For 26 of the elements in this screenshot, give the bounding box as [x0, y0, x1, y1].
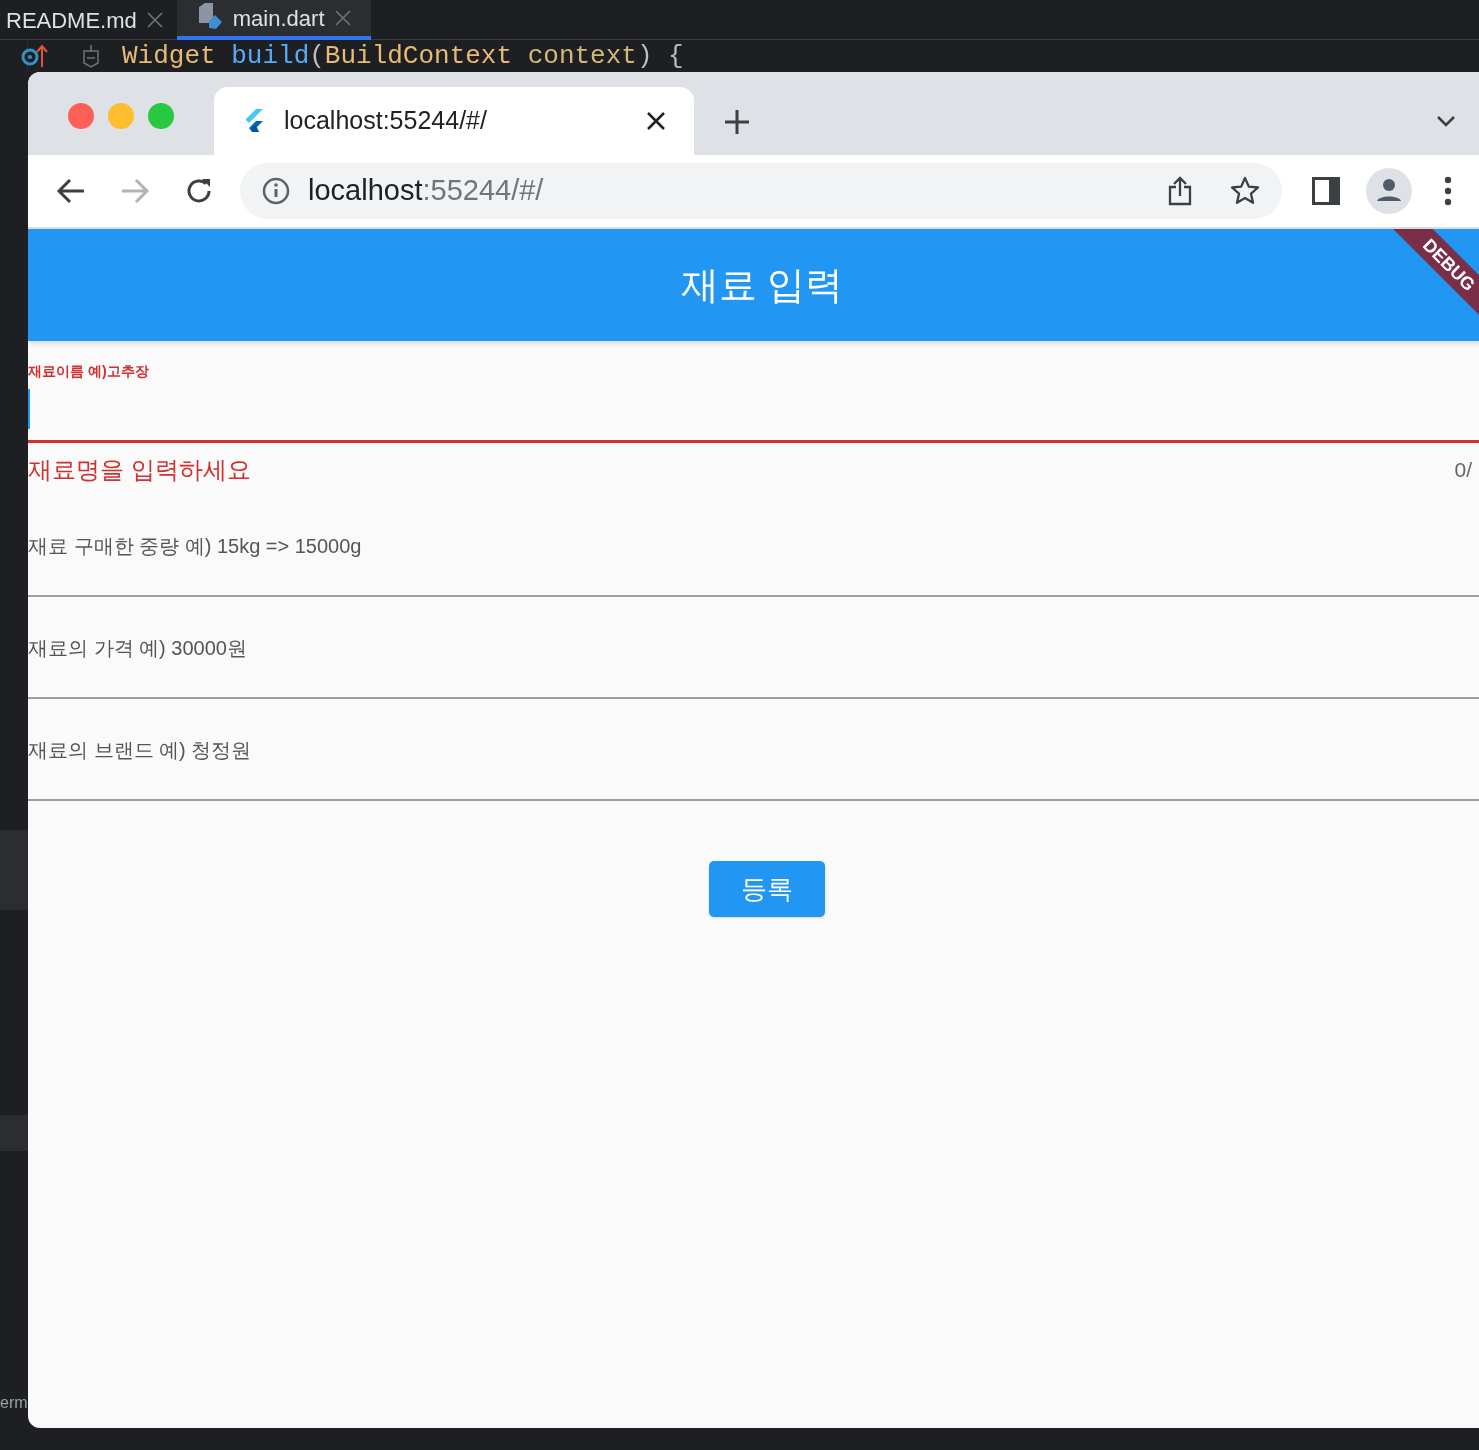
input-field[interactable]: 재료의 가격 예) 30000원 [28, 633, 1479, 663]
close-icon[interactable] [646, 111, 666, 131]
back-icon[interactable] [56, 178, 86, 204]
tab-title: localhost:55244/#/ [284, 105, 487, 137]
new-tab-icon[interactable] [724, 109, 750, 135]
editor-tab[interactable]: main.dart [176, 0, 371, 40]
browser-tab[interactable]: localhost:55244/#/ [214, 87, 694, 155]
profile-avatar-icon[interactable] [1366, 168, 1412, 214]
share-icon[interactable] [1168, 176, 1192, 206]
url-text: localhost:55244/#/ [308, 173, 544, 209]
star-icon[interactable] [1230, 176, 1260, 206]
panel-label[interactable]: erm [0, 1395, 28, 1411]
input-field[interactable]: 재료의 브랜드 예) 청정원 [28, 735, 1479, 765]
code-line: Widget build(BuildContext context) { [122, 43, 684, 69]
side-panel-icon[interactable] [1312, 177, 1340, 205]
error-message: 재료명을 입력하세요 [28, 455, 251, 485]
chevron-down-icon[interactable] [1436, 114, 1456, 128]
editor-tab[interactable]: README.md [0, 0, 177, 40]
fold-icon[interactable] [82, 44, 100, 68]
address-bar[interactable]: localhost:55244/#/ [240, 163, 1282, 219]
character-counter: 0/ [1454, 457, 1472, 484]
info-icon[interactable] [262, 177, 290, 205]
more-options-icon[interactable] [1444, 176, 1452, 206]
input-field[interactable]: 재료 구매한 중량 예) 15kg => 15000g [28, 531, 1479, 561]
text-field[interactable]: 재료이름 예)고추장 [28, 341, 1479, 443]
app-title: 재료 입력 [680, 262, 844, 308]
